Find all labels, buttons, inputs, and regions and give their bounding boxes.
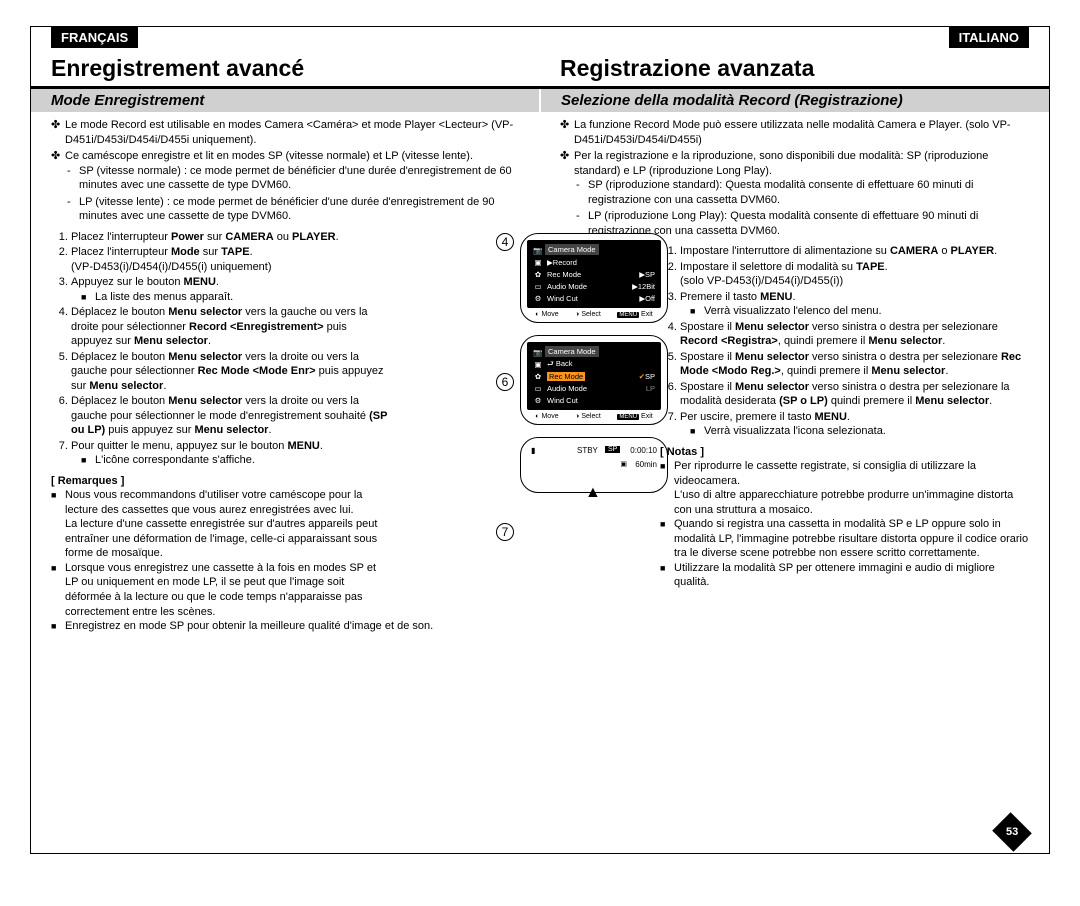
settings-icon: ⚙ — [531, 294, 545, 303]
stby-label: STBY — [577, 446, 598, 455]
fr-step-1: Placez l'interrupteur Power sur CAMERA o… — [71, 230, 390, 245]
fr-intro-2-text: Ce caméscope enregistre et lit en modes … — [65, 150, 473, 162]
title-row: Enregistrement avancé Registrazione avan… — [31, 49, 1049, 89]
osd-title-6: Camera Mode — [545, 346, 599, 357]
it-intro-2a: SP (riproduzione standard): Questa modal… — [574, 178, 1029, 207]
it-intro-2-text: Per la registrazione e la riproduzione, … — [574, 150, 988, 177]
osd-screen-7: ▮ STBY SP 0:00:10 ▣ 60min ▲ — [520, 437, 668, 493]
col-french: Le mode Record est utilisable en modes C… — [31, 118, 540, 634]
timecode: 0:00:10 — [630, 446, 657, 455]
callout-4: 4 — [496, 233, 514, 251]
osd-select-6: ◑ Select — [575, 413, 601, 420]
lang-tab-french: FRANÇAIS — [51, 27, 138, 48]
fr-notes-header: [ Remarques ] — [51, 474, 520, 489]
fr-steps: Placez l'interrupteur Power sur CAMERA o… — [51, 230, 520, 468]
fr-intro-2-sub: SP (vitesse normale) : ce mode permet de… — [65, 164, 520, 224]
tape-remain: 60min — [635, 460, 657, 469]
fr-intro-list: Le mode Record est utilisable en modes C… — [51, 118, 520, 224]
subtitle-right: Selezione della modalità Record (Registr… — [541, 89, 1049, 112]
battery-icon: ▮ — [531, 446, 535, 455]
tape-remain-icon: ▣ — [620, 460, 627, 468]
tape-icon: ▣ — [531, 258, 545, 267]
settings-icon: ⚙ — [531, 396, 545, 405]
fr-intro-2: Ce caméscope enregistre et lit en modes … — [51, 149, 520, 224]
callout-7: 7 — [496, 523, 514, 541]
it-step-3: Premere il tasto MENU. Verrà visualizzat… — [680, 290, 1029, 319]
camera-icon: 📷 — [531, 348, 545, 357]
play-indicator-icon: ▲ — [585, 484, 601, 502]
subtitle-left: Mode Enregistrement — [31, 89, 539, 112]
it-intro-list: La funzione Record Mode può essere utili… — [560, 118, 1029, 238]
fr-intro-1: Le mode Record est utilisable en modes C… — [51, 118, 520, 147]
fr-notes: Nous vous recommandons d'utiliser votre … — [51, 488, 520, 619]
fr-step-5: Déplacez le bouton Menu selector vers la… — [71, 350, 390, 394]
fr-note-1: Nous vous recommandons d'utiliser votre … — [65, 488, 390, 561]
osd-screen-4: 📷Camera Mode ▣▶Record ✿Rec Mode▶SP ▭Audi… — [520, 233, 668, 323]
fr-step-7: Pour quitter le menu, appuyez sur le bou… — [71, 439, 390, 468]
fr-intro-2b: LP (vitesse lente) : ce mode permet de b… — [65, 195, 520, 224]
title-right: Registrazione avanzata — [540, 49, 1049, 86]
fr-step-3: Appuyez sur le bouton MENU. La liste des… — [71, 275, 390, 304]
figure-stack: 4 📷Camera Mode ▣▶Record ✿Rec Mode▶SP ▭Au… — [520, 233, 680, 493]
it-intro-2: Per la registrazione e la riproduzione, … — [560, 149, 1029, 238]
manual-page: FRANÇAIS ITALIANO Enregistrement avancé … — [30, 26, 1050, 854]
osd-exit: MENU Exit — [617, 311, 652, 318]
it-note-1: Per riprodurre le cassette registrate, s… — [674, 459, 1029, 517]
language-tabs: FRANÇAIS ITALIANO — [31, 27, 1049, 49]
callout-6: 6 — [496, 373, 514, 391]
camera-icon: 📷 — [531, 246, 545, 255]
it-note-3: Utilizzare la modalità SP per ottenere i… — [674, 561, 1029, 590]
tape-icon: ▣ — [531, 360, 545, 369]
fr-note-3: Enregistrez en mode SP pour obtenir la m… — [65, 619, 520, 634]
lang-tab-italian: ITALIANO — [949, 27, 1029, 48]
fr-notes-wide: Enregistrez en mode SP pour obtenir la m… — [51, 619, 520, 634]
it-step-3-sub: Verrà visualizzato l'elenco del menu. — [704, 304, 1029, 319]
fr-step-4: Déplacez le bouton Menu selector vers la… — [71, 305, 390, 349]
it-note-2: Quando si registra una cassetta in modal… — [674, 517, 1029, 561]
subtitle-row: Mode Enregistrement Selezione della moda… — [31, 89, 1049, 112]
fr-step-2: Placez l'interrupteur Mode sur TAPE.(VP-… — [71, 245, 390, 274]
it-intro-1: La funzione Record Mode può essere utili… — [560, 118, 1029, 147]
fr-step-3-sub: La liste des menus apparaît. — [95, 290, 390, 305]
it-step-2: Impostare il selettore di modalità su TA… — [680, 260, 1029, 289]
title-right-text: Registrazione avanzata — [560, 55, 1029, 82]
osd-screen-6: 📷Camera Mode ▣⮐ Back ✿Rec Mode✔SP ▭Audio… — [520, 335, 668, 425]
it-step-4: Spostare il Menu selector verso sinistra… — [680, 320, 1029, 349]
fr-step-7-sub: L'icône correspondante s'affiche. — [95, 453, 390, 468]
title-left: Enregistrement avancé — [31, 49, 540, 86]
osd-move-6: ◐ Move — [535, 413, 558, 420]
it-step-5: Spostare il Menu selector verso sinistra… — [680, 350, 1029, 379]
fr-note-2: Lorsque vous enregistrez une cassette à … — [65, 561, 390, 619]
page-number: 53 — [997, 819, 1027, 845]
fr-step-6: Déplacez le bouton Menu selector vers la… — [71, 394, 390, 438]
cam-setting-icon: ✿ — [531, 372, 545, 381]
osd-exit-6: MENU Exit — [617, 413, 652, 420]
it-step-7-sub: Verrà visualizzata l'icona selezionata. — [704, 424, 1029, 439]
it-intro-2-sub: SP (riproduzione standard): Questa modal… — [574, 178, 1029, 238]
title-left-text: Enregistrement avancé — [51, 55, 520, 82]
osd-move: ◐ Move — [535, 311, 558, 318]
cam-setting-icon: ✿ — [531, 270, 545, 279]
display-icon: ▭ — [531, 282, 545, 291]
it-step-1: Impostare l'interruttore di alimentazion… — [680, 244, 1029, 259]
osd-title: Camera Mode — [545, 244, 599, 255]
it-step-7: Per uscire, premere il tasto MENU. Verrà… — [680, 410, 1029, 439]
display-icon: ▭ — [531, 384, 545, 393]
fr-intro-2a: SP (vitesse normale) : ce mode permet de… — [65, 164, 520, 193]
osd-select: ◑ Select — [575, 311, 601, 318]
sp-badge: SP — [605, 446, 620, 453]
it-step-6: Spostare il Menu selector verso sinistra… — [680, 380, 1029, 409]
